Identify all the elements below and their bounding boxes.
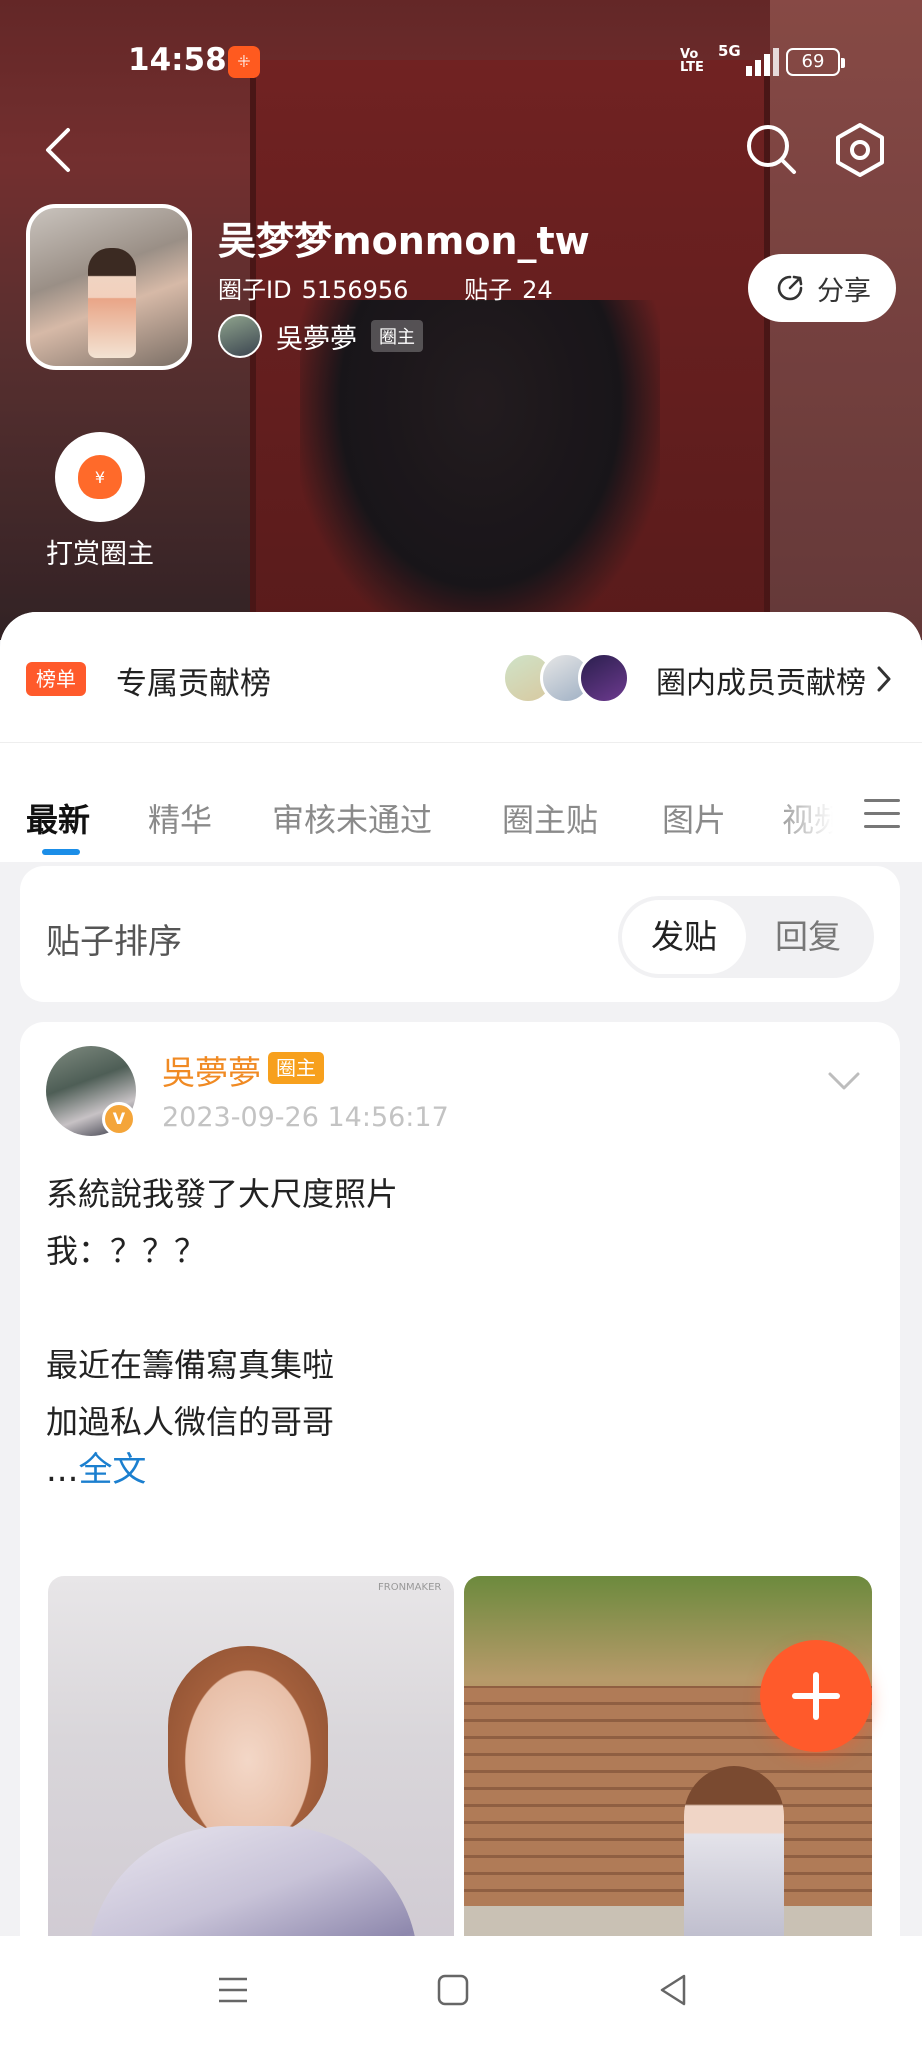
app-notification-icon: ꔰ — [228, 46, 260, 78]
active-tab-indicator — [42, 849, 80, 855]
sort-toggle: 发贴 回复 — [618, 896, 874, 978]
chevron-down-icon[interactable] — [824, 1068, 864, 1096]
sort-label: 贴子排序 — [46, 922, 182, 962]
circle-id-label: 圈子ID — [218, 276, 292, 304]
post-sort-bar: 贴子排序 发贴 回复 — [20, 866, 900, 1002]
reward-owner-button[interactable]: ¥ 打赏圈主 — [40, 432, 160, 571]
owner-avatar[interactable] — [218, 314, 262, 358]
battery-icon: 69 — [786, 48, 845, 76]
tab-featured[interactable]: 精华 — [148, 795, 212, 841]
status-time: 14:58 — [128, 42, 227, 78]
circle-id: 5156956 — [301, 276, 409, 304]
circle-content: 榜单 专属贡献榜 圈内成员贡献榜 最新 精华 审核未通过 圈主贴 图片 视频 贴… — [0, 612, 922, 2048]
back-arrow-icon[interactable] — [38, 124, 78, 176]
post-text: 系統說我發了大尺度照片 我：？？？ 最近在籌備寫真集啦 加過私人微信的哥哥 — [46, 1175, 399, 1441]
post-image-1[interactable]: FRONMAKER — [48, 1576, 454, 1986]
circle-avatar[interactable] — [26, 204, 192, 370]
post-timestamp: 2023-09-26 14:56:17 — [162, 1102, 449, 1133]
circle-owner[interactable]: 吳夢夢 圈主 — [218, 314, 423, 358]
tab-menu-icon[interactable] — [864, 799, 900, 831]
system-navigation-bar — [0, 1936, 922, 2048]
hexagon-settings-icon[interactable] — [830, 120, 890, 180]
reward-label: 打赏圈主 — [46, 539, 154, 570]
new-post-button[interactable] — [760, 1640, 872, 1752]
posts-count: 24 — [522, 276, 553, 304]
search-icon[interactable] — [744, 122, 800, 178]
post-author-name[interactable]: 吳夢夢 — [162, 1046, 261, 1094]
share-icon — [777, 275, 803, 301]
ranking-title: 专属贡献榜 — [116, 666, 271, 702]
member-ranking-link[interactable]: 圈内成员贡献榜 — [656, 658, 866, 702]
chevron-right-icon — [877, 666, 891, 692]
tab-images[interactable]: 图片 — [662, 795, 726, 841]
posts-label: 贴子 — [464, 276, 513, 304]
post-tabs: 最新 精华 审核未通过 圈主贴 图片 视频 — [0, 742, 922, 862]
owner-name: 吳夢夢 — [276, 323, 357, 355]
post-item[interactable]: V 吳夢夢 圈主 2023-09-26 14:56:17 系統說我發了大尺度照片… — [20, 1022, 900, 2048]
circle-meta: 圈子ID 5156956 贴子 24 — [218, 270, 601, 305]
contributor-avatars — [502, 652, 632, 704]
full-text-link[interactable]: 全文 — [78, 1450, 146, 1490]
share-label: 分享 — [817, 275, 871, 307]
post-read-more: ...全文 — [46, 1450, 147, 1490]
ranking-badge: 榜单 — [26, 662, 86, 696]
volte-icon: Vo LTE — [680, 47, 704, 75]
tab-rejected[interactable]: 审核未通过 — [272, 795, 432, 841]
sort-by-post-button[interactable]: 发贴 — [622, 900, 746, 974]
sort-by-reply-button[interactable]: 回复 — [746, 900, 870, 974]
contribution-ranking[interactable]: 榜单 专属贡献榜 圈内成员贡献榜 — [0, 612, 922, 742]
tab-latest[interactable]: 最新 — [26, 795, 90, 841]
money-bag-icon: ¥ — [78, 455, 122, 499]
status-bar: 14:58 ꔰ Vo LTE 5G 69 — [0, 0, 922, 120]
post-image-2[interactable] — [464, 1576, 872, 1986]
verified-badge-icon: V — [102, 1102, 136, 1136]
circle-name: 吴梦梦monmon_tw — [218, 219, 590, 263]
post-owner-badge: 圈主 — [268, 1052, 324, 1084]
post-author-avatar[interactable]: V — [46, 1046, 136, 1136]
home-icon[interactable] — [436, 1972, 470, 2008]
share-button[interactable]: 分享 — [748, 254, 896, 322]
owner-badge: 圈主 — [371, 320, 423, 352]
tab-owner-posts[interactable]: 圈主贴 — [502, 795, 598, 841]
signal-icon — [736, 48, 779, 76]
back-triangle-icon[interactable] — [656, 1972, 690, 2008]
menu-icon[interactable] — [216, 1972, 250, 2008]
